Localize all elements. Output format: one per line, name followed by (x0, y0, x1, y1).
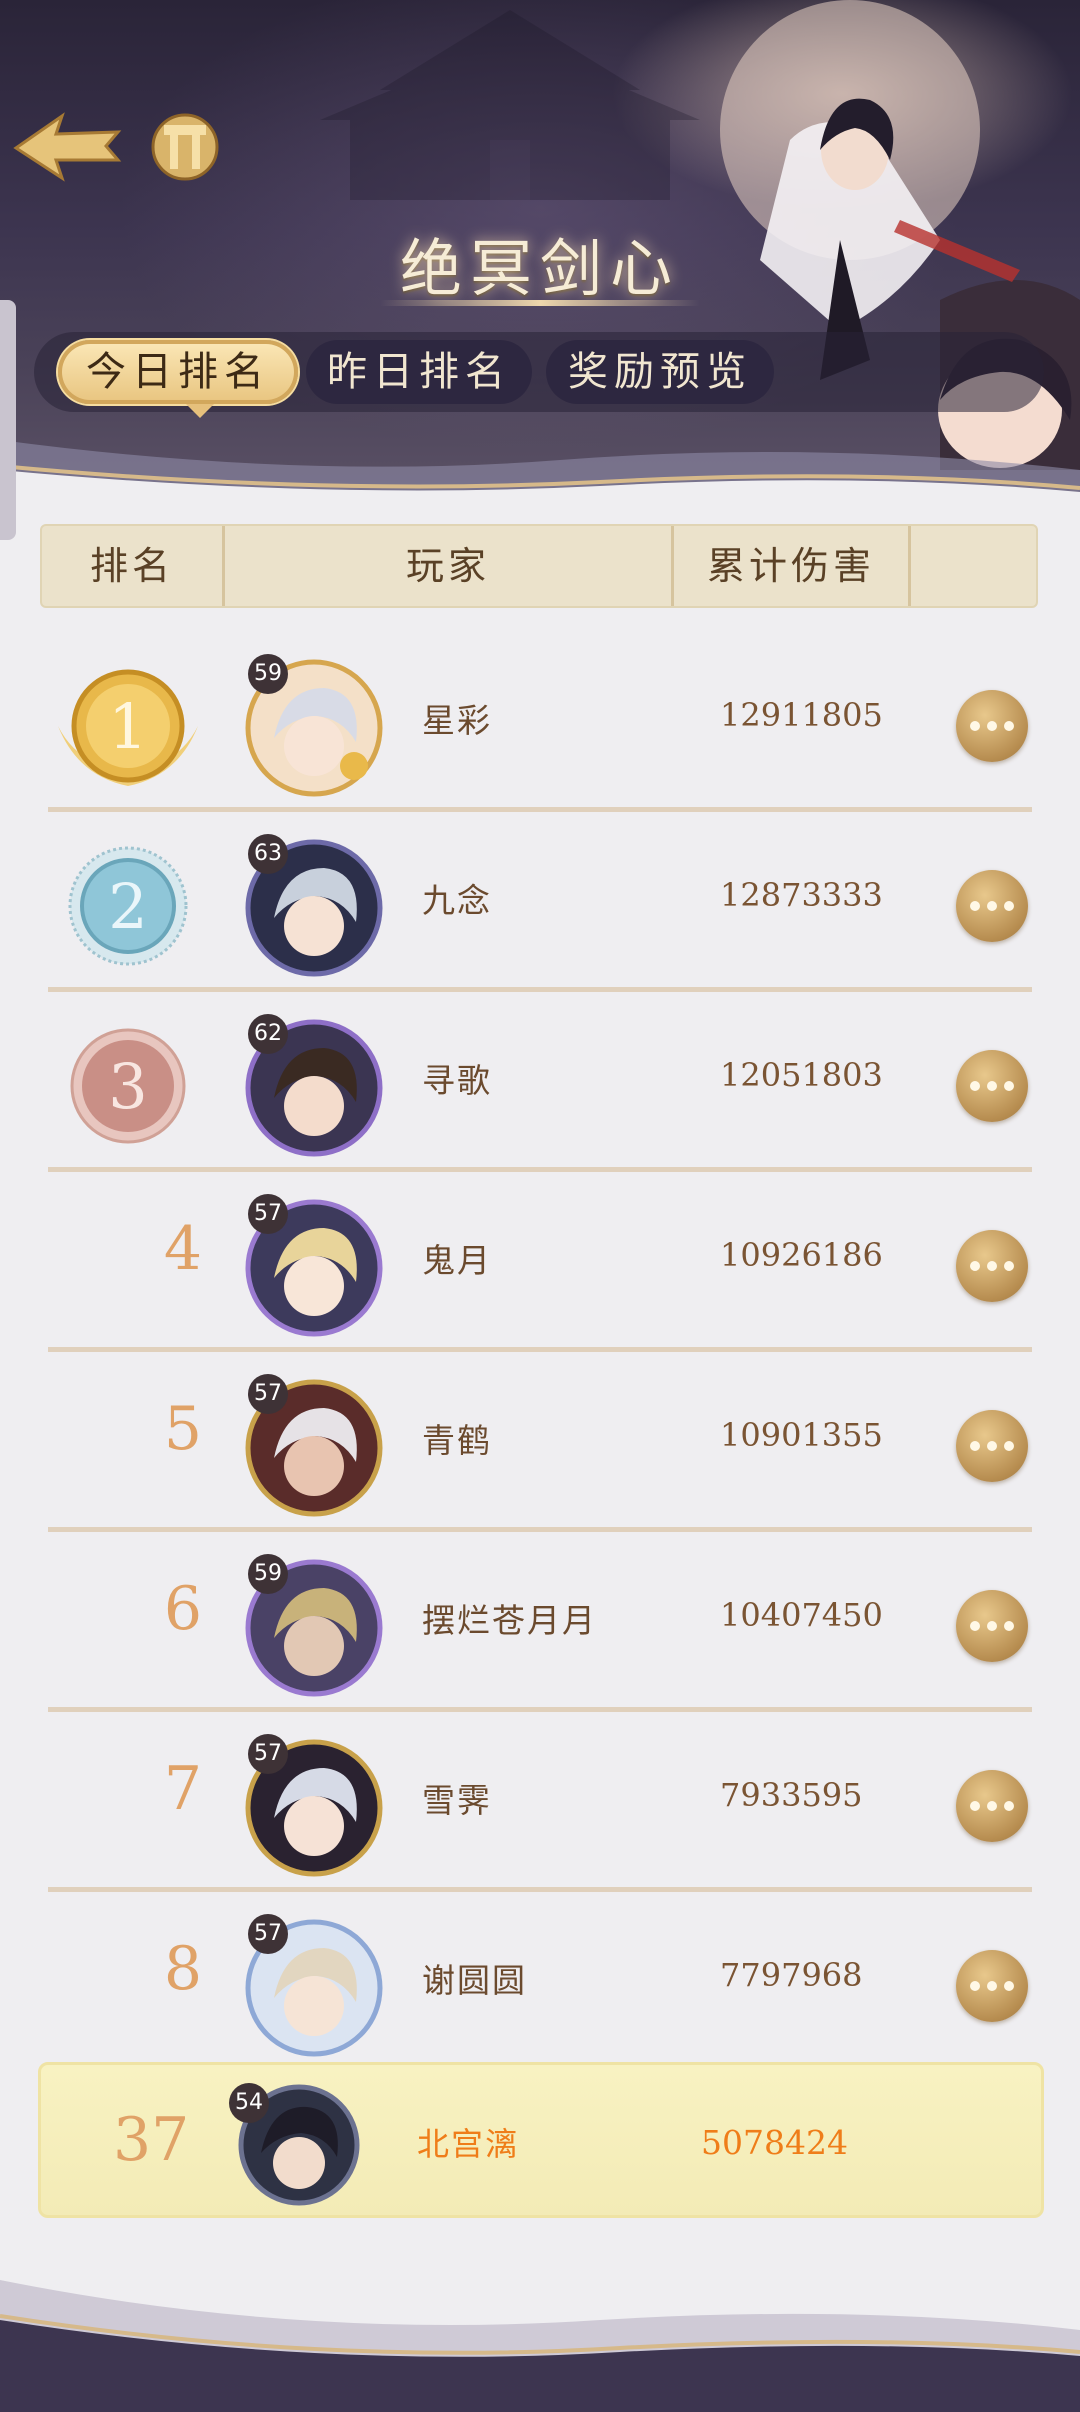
row-divider (48, 1707, 1032, 1712)
tab-today-ranking[interactable]: 今日排名 (58, 340, 298, 404)
player-level-badge: 63 (248, 834, 288, 874)
page-title: 绝冥剑心 (399, 232, 680, 305)
ranking-pillar-icon[interactable] (150, 105, 220, 185)
header-player: 玩家 (405, 544, 490, 588)
medal-rank-text: 2 (108, 870, 147, 943)
row-divider (48, 1527, 1032, 1532)
player-damage: 12911805 (720, 696, 883, 734)
player-damage: 12873333 (720, 876, 883, 914)
title-underline (380, 300, 700, 306)
more-dots-icon[interactable] (956, 870, 1028, 942)
tab-yesterday-ranking[interactable]: 昨日排名 (306, 340, 532, 404)
footer-wave-decoration (0, 2280, 1080, 2412)
player-name[interactable]: 鬼月 (422, 1234, 492, 1282)
player-level-badge: 57 (248, 1734, 288, 1774)
side-scroll-handle[interactable] (0, 300, 16, 540)
player-name[interactable]: 雪霁 (422, 1774, 492, 1822)
player-name[interactable]: 寻歌 (422, 1054, 492, 1102)
silver-medal-icon: 2 (68, 846, 188, 966)
player-damage: 10926186 (720, 1236, 883, 1274)
table-row: 2 63 九念 12873333 (48, 814, 1032, 992)
player-level-badge: 54 (229, 2083, 269, 2123)
player-level-badge: 57 (248, 1374, 288, 1414)
player-damage: 10901355 (720, 1416, 883, 1454)
table-row: 6 59 摆烂苍月月 10407450 (48, 1534, 1032, 1712)
bronze-medal-icon: 3 (70, 1028, 186, 1144)
back-arrow-icon[interactable] (10, 108, 122, 184)
more-dots-icon[interactable] (956, 690, 1028, 762)
medal-rank-text: 3 (108, 1050, 147, 1123)
more-dots-icon[interactable] (956, 1050, 1028, 1122)
row-divider (48, 807, 1032, 812)
player-name[interactable]: 星彩 (422, 694, 492, 742)
tab-reward-preview[interactable]: 奖励预览 (546, 340, 774, 404)
more-dots-icon[interactable] (956, 1230, 1028, 1302)
row-divider (48, 987, 1032, 992)
header-banner: 绝冥剑心 今日排名 昨日排名 奖励预览 (0, 0, 1080, 520)
table-header: 排名 玩家 累计伤害 (40, 524, 1038, 608)
header-rank: 排名 (89, 544, 174, 588)
my-player-name: 北宫漓 (417, 2125, 520, 2163)
my-damage: 5078424 (701, 2123, 848, 2162)
medal-rank-text: 1 (108, 690, 147, 763)
my-rank-row: 37 54 北宫漓 5078424 (38, 2062, 1044, 2218)
player-level-badge: 59 (248, 654, 288, 694)
table-row: 1 59 星彩 12911805 (48, 634, 1032, 812)
table-row: 4 57 鬼月 10926186 (48, 1174, 1032, 1352)
table-row: 7 57 雪霁 7933595 (48, 1714, 1032, 1892)
player-level-badge: 57 (248, 1194, 288, 1234)
rank-number: 6 (163, 1574, 203, 1644)
more-dots-icon[interactable] (956, 1590, 1028, 1662)
player-level-badge: 59 (248, 1554, 288, 1594)
rank-number: 7 (163, 1754, 203, 1824)
more-dots-icon[interactable] (956, 1950, 1028, 2022)
gold-medal-icon: 1 (58, 669, 198, 786)
header-wave-divider (0, 440, 1080, 520)
table-row: 8 57 谢圆圆 7797968 (48, 1894, 1032, 2072)
rank-number: 5 (163, 1394, 203, 1464)
header-action (911, 526, 1036, 606)
player-damage: 7797968 (720, 1956, 863, 1994)
header-damage: 累计伤害 (706, 544, 875, 588)
row-divider (48, 1347, 1032, 1352)
player-damage: 7933595 (720, 1776, 863, 1814)
table-row: 3 62 寻歌 12051803 (48, 994, 1032, 1172)
row-divider (48, 1167, 1032, 1172)
more-dots-icon[interactable] (956, 1410, 1028, 1482)
rank-number: 8 (163, 1934, 203, 2004)
player-damage: 10407450 (720, 1596, 883, 1634)
more-dots-icon[interactable] (956, 1770, 1028, 1842)
player-level-badge: 57 (248, 1914, 288, 1954)
player-name[interactable]: 青鹤 (422, 1414, 492, 1462)
player-name[interactable]: 谢圆圆 (422, 1954, 527, 2002)
player-name[interactable]: 九念 (422, 874, 492, 922)
table-row: 5 57 青鹤 10901355 (48, 1354, 1032, 1532)
rank-number: 4 (163, 1214, 203, 1284)
player-name[interactable]: 摆烂苍月月 (422, 1594, 597, 1642)
my-rank-number: 37 (113, 2105, 190, 2175)
player-level-badge: 62 (248, 1014, 288, 1054)
player-damage: 12051803 (720, 1056, 883, 1094)
row-divider (48, 1887, 1032, 1892)
